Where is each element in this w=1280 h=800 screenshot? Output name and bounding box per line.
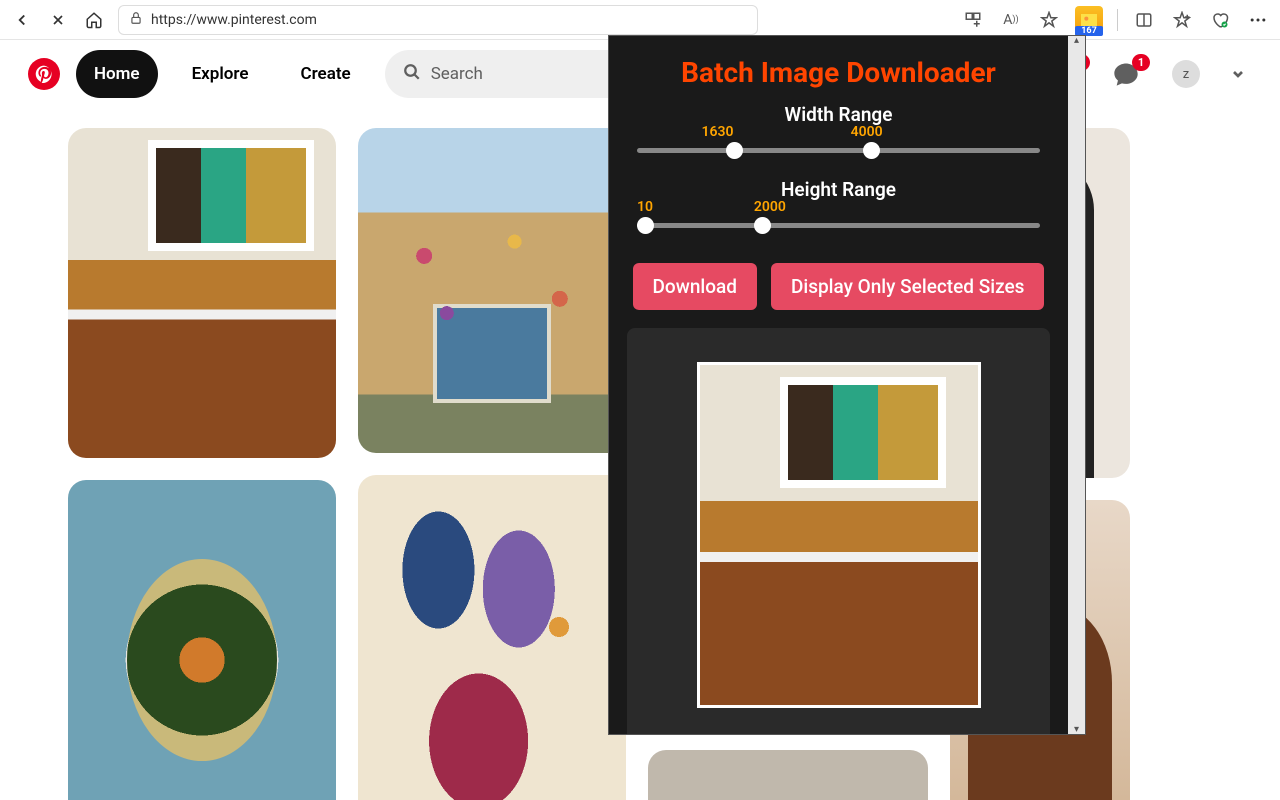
pin-card[interactable] [648,750,928,800]
split-screen-icon[interactable] [1132,8,1156,32]
divider [1117,9,1118,31]
pin-card[interactable] [358,475,626,800]
messages-button[interactable]: 1 [1104,52,1148,96]
messages-badge: 1 [1132,54,1150,71]
apps-icon[interactable] [961,8,985,32]
height-range-label: Height Range [627,178,1050,201]
preview-panel: >>> Download <<< [627,328,1050,734]
more-icon[interactable] [1246,8,1270,32]
nav-home[interactable]: Home [76,50,158,98]
slider-min-thumb[interactable] [726,142,743,159]
extension-popup: Batch Image Downloader Width Range 1630 … [608,35,1086,735]
slider-min-thumb[interactable] [637,217,654,234]
url-text: https://www.pinterest.com [151,12,317,28]
pin-card[interactable] [358,128,626,453]
height-range-block: Height Range 10 2000 [627,178,1050,245]
favorites-icon[interactable] [1170,8,1194,32]
download-button[interactable]: Download [633,263,757,310]
pin-card[interactable] [68,128,336,458]
profile-button[interactable]: z [1164,52,1208,96]
width-min-value: 1630 [701,124,733,140]
slider-max-thumb[interactable] [863,142,880,159]
address-bar[interactable]: https://www.pinterest.com [118,5,758,35]
width-range-label: Width Range [627,103,1050,126]
home-button[interactable] [82,8,106,32]
extension-title: Batch Image Downloader [627,56,1050,89]
browser-toolbar: https://www.pinterest.com A)) 167 [0,0,1280,40]
extension-count-badge: 167 [1075,26,1103,36]
pinterest-logo[interactable] [28,58,60,90]
height-slider[interactable]: 10 2000 [637,205,1040,239]
width-slider[interactable]: 1630 4000 [637,130,1040,164]
pin-card[interactable] [68,480,336,800]
avatar: z [1172,60,1200,88]
stop-button[interactable] [46,8,70,32]
nav-create[interactable]: Create [282,50,368,98]
search-icon [403,63,421,86]
height-min-value: 10 [637,199,653,215]
chevron-down-icon[interactable] [1224,52,1252,96]
back-button[interactable] [10,8,34,32]
slider-track [637,223,1040,228]
height-max-value: 2000 [754,199,786,215]
filter-sizes-button[interactable]: Display Only Selected Sizes [771,263,1044,310]
read-aloud-icon[interactable]: A)) [999,8,1023,32]
heart-icon[interactable] [1208,8,1232,32]
slider-max-thumb[interactable] [754,217,771,234]
extension-icon[interactable]: 167 [1075,6,1103,34]
scrollbar[interactable] [1068,36,1085,734]
width-max-value: 4000 [851,124,883,140]
slider-track [637,148,1040,153]
lock-icon [129,10,143,29]
preview-image[interactable] [697,362,981,708]
nav-explore[interactable]: Explore [174,50,267,98]
width-range-block: Width Range 1630 4000 [627,103,1050,170]
search-placeholder: Search [431,64,483,84]
star-icon[interactable] [1037,8,1061,32]
